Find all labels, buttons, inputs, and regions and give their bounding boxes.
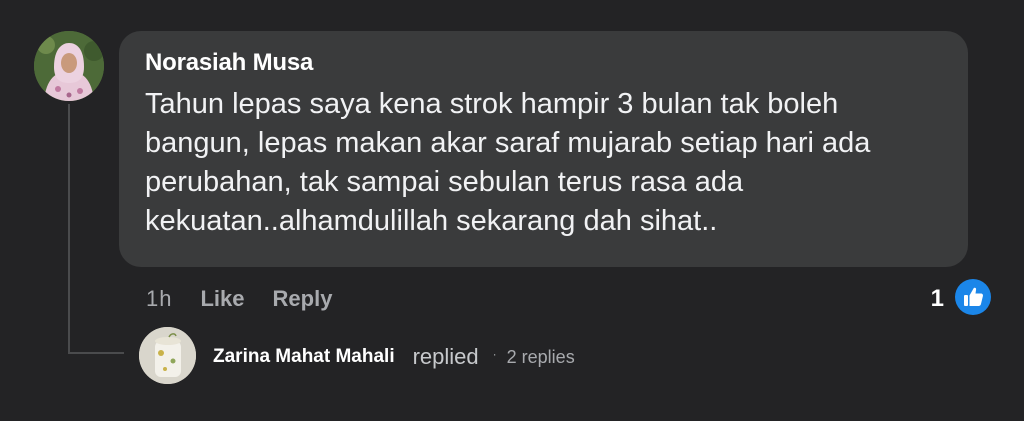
reaction-badge[interactable] (955, 279, 991, 315)
comment-text: Tahun lepas saya kena strok hampir 3 bul… (145, 88, 871, 237)
reply-verb: replied (412, 344, 479, 369)
reaction-count[interactable]: 1 (918, 284, 944, 314)
separator-dot: · (492, 347, 497, 361)
comment-author[interactable]: Norasiah Musa (145, 49, 942, 77)
reply-button[interactable]: Reply (273, 286, 333, 312)
reply-count: 2 replies (506, 346, 575, 367)
thread-line-branch (68, 352, 124, 354)
view-replies-link[interactable]: Zarina Mahat Mahali replied · 2 replies (213, 341, 575, 373)
comment-actions: 1h Like Reply (146, 284, 360, 314)
comment-timestamp[interactable]: 1h (146, 286, 172, 312)
commenter-avatar[interactable] (34, 31, 104, 101)
profile-photo-icon (34, 31, 104, 101)
comment-bubble: Norasiah Musa Tahun lepas saya kena stro… (119, 31, 968, 267)
profile-photo-icon (139, 327, 196, 384)
thumbs-up-icon (964, 287, 983, 306)
thread-line (68, 104, 70, 354)
like-button[interactable]: Like (200, 286, 244, 312)
reply-author-avatar[interactable] (139, 327, 196, 384)
reply-author-name: Zarina Mahat Mahali (213, 346, 395, 367)
